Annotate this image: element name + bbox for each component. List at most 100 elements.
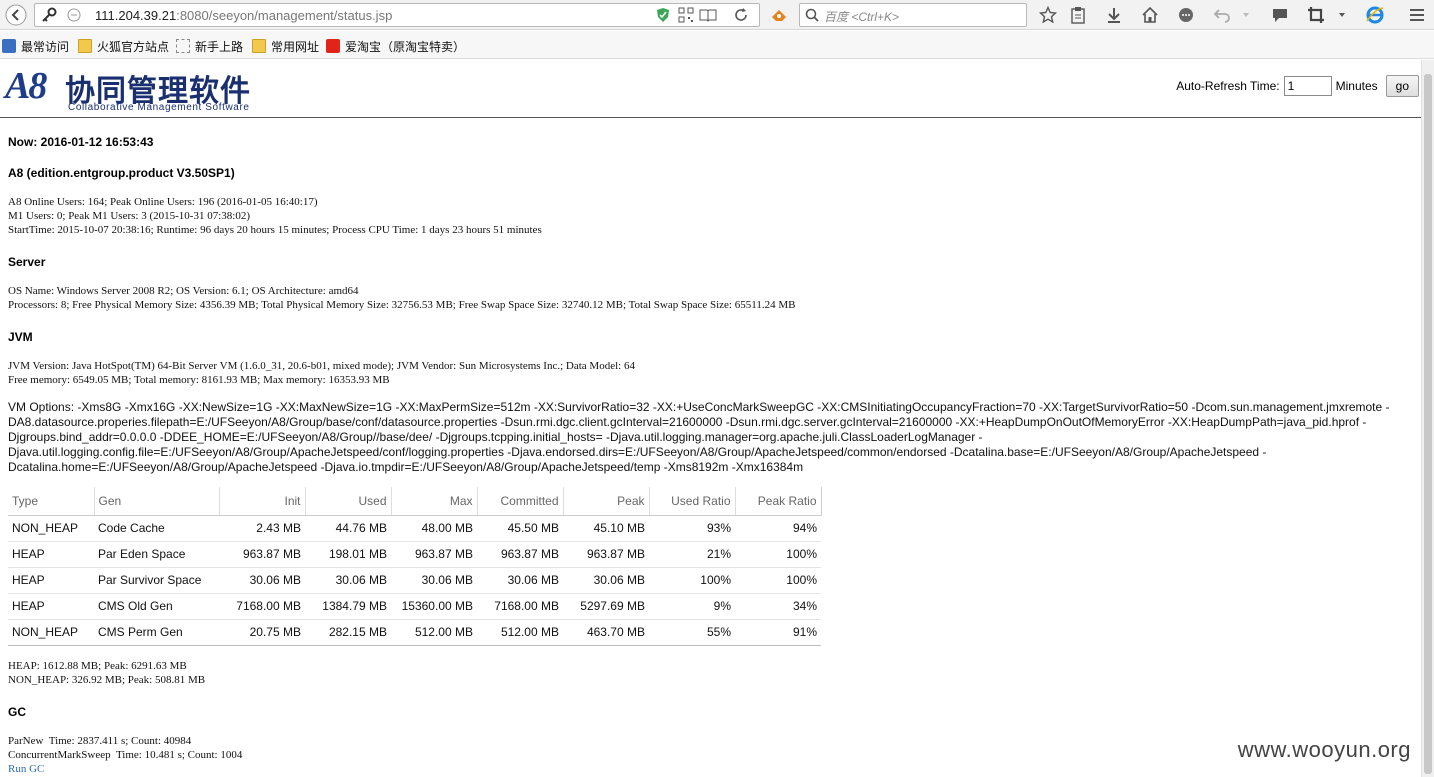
search-icon — [805, 8, 819, 27]
run-gc-link[interactable]: Run GC — [8, 762, 242, 776]
reload-icon[interactable] — [733, 7, 749, 28]
shield-icon[interactable] — [655, 7, 671, 28]
folder-icon — [78, 39, 92, 53]
cell-gen: Par Eden Space — [94, 541, 219, 568]
status-page: A8 协同管理软件 Collaborative Management Softw… — [0, 60, 1421, 777]
watermark: www.wooyun.org — [1237, 737, 1411, 762]
chat-icon[interactable] — [1175, 4, 1197, 26]
key-icon[interactable] — [41, 7, 57, 28]
vertical-scrollbar[interactable] — [1421, 60, 1434, 777]
table-row: HEAP CMS Old Gen 7168.00 MB 1384.79 MB 1… — [8, 593, 821, 620]
cell-type: HEAP — [8, 541, 94, 568]
cell-peak: 45.10 MB — [563, 515, 649, 542]
col-used-ratio[interactable]: Used Ratio — [649, 487, 736, 516]
crop-menu-chevron-icon[interactable] — [1335, 4, 1349, 26]
col-used[interactable]: Used — [305, 487, 392, 516]
bookmark-common-sites[interactable]: 常用网址 — [252, 38, 319, 54]
star-icon[interactable] — [1037, 4, 1059, 26]
scrollbar-thumb[interactable] — [1424, 74, 1432, 774]
runtime-line: StartTime: 2015-10-07 20:38:16; Runtime:… — [8, 224, 542, 236]
cell-max: 15360.00 MB — [391, 593, 477, 620]
logo-mark: A8 — [5, 65, 47, 107]
online-users-line: A8 Online Users: 164; Peak Online Users:… — [8, 196, 318, 208]
home-icon[interactable] — [1139, 4, 1161, 26]
col-committed[interactable]: Committed — [477, 487, 564, 516]
bookmark-icon — [2, 39, 16, 53]
col-type[interactable]: Type — [8, 487, 95, 516]
cell-type: NON_HEAP — [8, 619, 94, 646]
server-heading: Server — [8, 255, 46, 269]
bookmark-getting-started[interactable]: 新手上路 — [176, 38, 243, 54]
cell-committed: 7168.00 MB — [477, 593, 563, 620]
qrcode-icon[interactable] — [678, 7, 694, 28]
reader-icon[interactable] — [699, 7, 717, 28]
crop-icon[interactable] — [1305, 4, 1327, 26]
bookmark-most-visited[interactable]: 最常访问 — [2, 38, 69, 54]
cell-type: HEAP — [8, 593, 94, 620]
search-placeholder: 百度 <Ctrl+K> — [824, 10, 900, 24]
go-button[interactable]: go — [1385, 75, 1419, 97]
cell-used-ratio: 100% — [649, 567, 735, 594]
cell-max: 512.00 MB — [391, 619, 477, 646]
cell-peak-ratio: 91% — [735, 619, 821, 646]
clipboard-icon[interactable] — [1067, 4, 1089, 26]
cell-peak: 5297.69 MB — [563, 593, 649, 620]
memory-pool-table: Type Gen Init Used Max Committed Peak Us… — [8, 487, 822, 646]
url-text: 111.204.39.21:8080/seeyon/management/sta… — [95, 8, 393, 23]
cell-used: 30.06 MB — [305, 567, 391, 594]
auto-refresh-input[interactable] — [1283, 76, 1332, 96]
search-box[interactable]: 百度 <Ctrl+K> — [799, 3, 1027, 27]
cell-committed: 512.00 MB — [477, 619, 563, 646]
cell-peak: 30.06 MB — [563, 567, 649, 594]
col-init[interactable]: Init — [219, 487, 306, 516]
cell-peak: 463.70 MB — [563, 619, 649, 646]
gc-heading: GC — [8, 705, 26, 719]
jvm-heading: JVM — [8, 330, 33, 344]
col-max[interactable]: Max — [391, 487, 478, 516]
page-icon — [176, 39, 190, 53]
back-icon[interactable] — [4, 4, 28, 26]
server-info: OS Name: Windows Server 2008 R2; OS Vers… — [8, 284, 795, 312]
cell-committed: 963.87 MB — [477, 541, 563, 568]
message-icon[interactable] — [1269, 4, 1291, 26]
cell-used: 44.76 MB — [305, 515, 391, 542]
bookmark-firefox-site[interactable]: 火狐官方站点 — [78, 38, 169, 54]
cell-init: 20.75 MB — [219, 619, 305, 646]
table-row: NON_HEAP CMS Perm Gen 20.75 MB 282.15 MB… — [8, 619, 821, 646]
auto-refresh-unit: Minutes — [1335, 79, 1378, 93]
info-icon[interactable] — [67, 8, 81, 27]
col-gen[interactable]: Gen — [94, 487, 220, 516]
jvm-memory-line: Free memory: 6549.05 MB; Total memory: 8… — [8, 374, 390, 386]
cell-used: 198.01 MB — [305, 541, 391, 568]
ie-icon[interactable] — [1363, 4, 1387, 26]
bookmark-taobao[interactable]: 爱淘宝（原淘宝特卖） — [326, 38, 465, 54]
menu-icon[interactable] — [1405, 4, 1429, 26]
cell-peak-ratio: 34% — [735, 593, 821, 620]
col-peak[interactable]: Peak — [563, 487, 650, 516]
parnew-line: ParNew Time: 2837.411 s; Count: 40984 — [8, 735, 192, 747]
cell-used-ratio: 55% — [649, 619, 735, 646]
cell-peak-ratio: 100% — [735, 567, 821, 594]
cms-line: ConcurrentMarkSweep Time: 10.481 s; Coun… — [8, 749, 243, 761]
table-row: HEAP Par Survivor Space 30.06 MB 30.06 M… — [8, 567, 821, 594]
chevron-down-icon[interactable] — [1239, 4, 1253, 26]
addon-icon[interactable] — [768, 4, 790, 26]
folder-icon — [252, 39, 266, 53]
col-peak-ratio[interactable]: Peak Ratio — [735, 487, 822, 516]
now-timestamp: Now: 2016-01-12 16:53:43 — [8, 135, 154, 149]
cell-init: 30.06 MB — [219, 567, 305, 594]
cell-used-ratio: 93% — [649, 515, 735, 542]
table-row: NON_HEAP Code Cache 2.43 MB 44.76 MB 48.… — [8, 515, 821, 542]
cell-init: 7168.00 MB — [219, 593, 305, 620]
download-icon[interactable] — [1103, 4, 1125, 26]
address-bar[interactable]: 111.204.39.21:8080/seeyon/management/sta… — [34, 3, 760, 27]
memory-summary: HEAP: 1612.88 MB; Peak: 6291.63 MB NON_HE… — [8, 659, 205, 687]
undo-icon[interactable] — [1211, 4, 1233, 26]
heap-summary-line: HEAP: 1612.88 MB; Peak: 6291.63 MB — [8, 660, 187, 672]
cell-peak: 963.87 MB — [563, 541, 649, 568]
cell-committed: 30.06 MB — [477, 567, 563, 594]
m1-users-line: M1 Users: 0; Peak M1 Users: 3 (2015-10-3… — [8, 210, 250, 222]
cell-max: 30.06 MB — [391, 567, 477, 594]
table-row: HEAP Par Eden Space 963.87 MB 198.01 MB … — [8, 541, 821, 568]
cell-gen: CMS Old Gen — [94, 593, 219, 620]
